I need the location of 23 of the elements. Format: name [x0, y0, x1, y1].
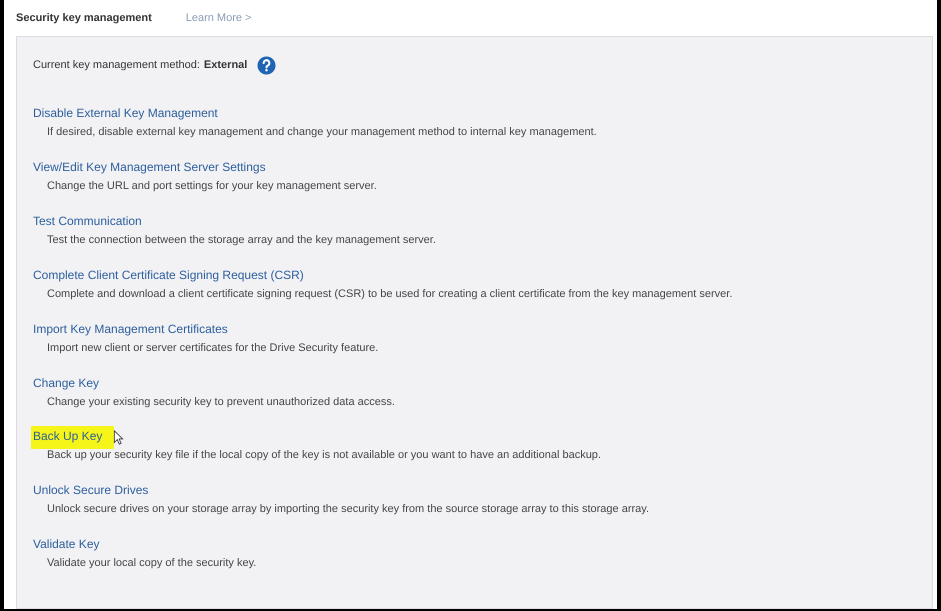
action-link[interactable]: Change Key [33, 375, 100, 391]
action-description: Validate your local copy of the security key. [46, 557, 256, 569]
action-link[interactable]: Complete Client Certificate Signing Request (CSR) [33, 267, 304, 283]
action-link[interactable]: Import Key Management Certificates [33, 321, 228, 337]
action-description: Complete and download a client certificate signing request (CSR) to be used for creating a client certificate from the key management server. [46, 288, 732, 300]
action-link[interactable]: Disable External Key Management [33, 105, 218, 121]
help-icon[interactable] [257, 56, 276, 74]
action-link[interactable]: Back Up Key [31, 426, 114, 449]
action-description: Unlock secure drives on your storage array by importing the security key from the source storage array to this storage array. [46, 503, 649, 515]
action-description: Test the connection between the storage array and the key management server. [46, 234, 436, 246]
method-value: External [204, 59, 248, 71]
section-title: Security key management [16, 12, 152, 24]
action-description: Change the URL and port settings for your key management server. [46, 180, 377, 192]
method-label: Current key management method: [33, 59, 200, 71]
action-description: Change your existing security key to prevent unauthorized data access. [46, 396, 395, 408]
action-link[interactable]: View/Edit Key Management Server Settings [33, 159, 266, 175]
action-description: Import new client or server certificates for the Drive Security feature. [46, 342, 378, 354]
action-link[interactable]: Unlock Secure Drives [33, 482, 148, 498]
action-link[interactable]: Test Communication [33, 213, 142, 229]
pointer-icon [113, 430, 124, 445]
action-description: If desired, disable external key management and change your management method to internal key management. [46, 126, 597, 138]
action-link[interactable]: Validate Key [33, 536, 100, 552]
action-description: Back up your security key file if the local copy of the key is not available or you want to have an additional backup. [46, 449, 601, 461]
